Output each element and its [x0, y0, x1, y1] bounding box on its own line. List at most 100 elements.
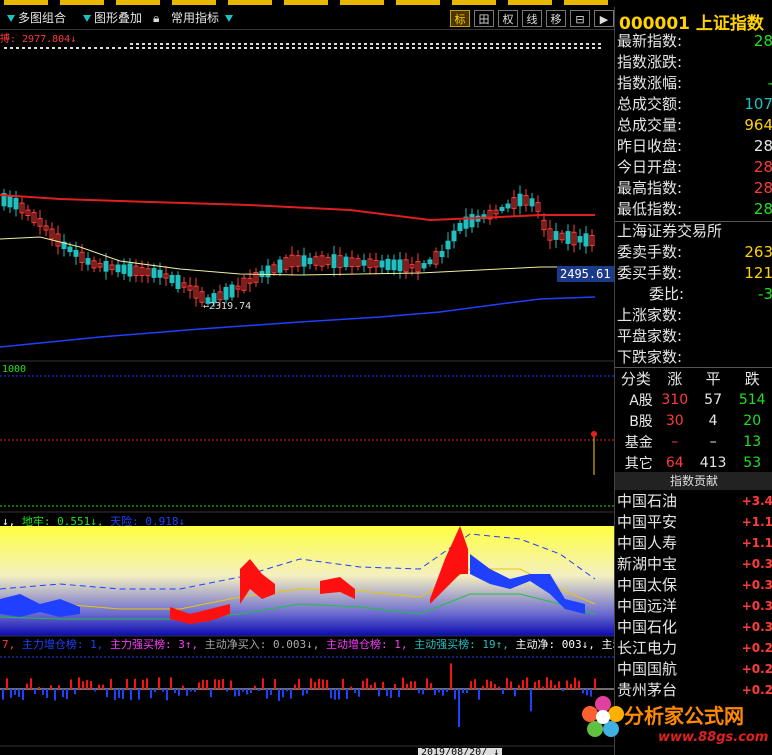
flow-bar	[402, 677, 404, 689]
contributor-value: +1.1	[741, 536, 772, 550]
contributor-row[interactable]: 中国国航 +0.2	[617, 659, 772, 680]
dot-marker	[280, 43, 283, 45]
contributor-row[interactable]: 中国太保 +0.3	[617, 575, 772, 596]
tab[interactable]	[396, 0, 440, 5]
flow-bar	[50, 685, 52, 689]
flow-bar	[134, 678, 136, 689]
dot-marker	[322, 43, 325, 45]
tab[interactable]	[564, 0, 608, 5]
dot-marker	[454, 47, 457, 49]
common-indicators-button[interactable]: 常用指标	[168, 9, 222, 27]
flow-bar	[250, 689, 252, 694]
current-price-tag: 2495.61	[557, 266, 614, 282]
dot-marker	[406, 47, 409, 49]
dot-marker	[280, 47, 283, 49]
flow-bar	[94, 689, 96, 692]
flow-bar	[302, 689, 304, 696]
dot-marker	[484, 47, 487, 49]
flow-bar	[430, 683, 432, 689]
overlay-button[interactable]: 图形叠加	[80, 9, 145, 27]
table-cell: A股	[629, 392, 653, 409]
order-label: 上涨家数:	[617, 306, 683, 324]
flow-bar	[262, 678, 264, 689]
dot-marker	[382, 47, 385, 49]
contributor-row[interactable]: 中国远洋 +0.3	[617, 596, 772, 617]
dot-marker	[172, 43, 175, 45]
dot-marker	[418, 47, 421, 49]
dot-marker	[592, 43, 595, 45]
flow-bar	[562, 689, 564, 692]
flow-bar	[278, 689, 280, 701]
tab[interactable]	[284, 0, 328, 5]
next-icon[interactable]: ▶	[594, 10, 614, 27]
table-cell: 20	[743, 412, 762, 429]
table-cell: 310	[661, 391, 689, 408]
tab[interactable]	[4, 0, 48, 5]
dot-marker	[10, 47, 13, 49]
dot-marker	[592, 47, 595, 49]
tab[interactable]	[508, 0, 552, 5]
tab[interactable]	[452, 0, 496, 5]
candle	[445, 240, 451, 250]
dot-marker	[580, 43, 583, 45]
contributor-value: +3.4	[741, 494, 772, 508]
contributor-row[interactable]: 新湖中宝 +0.3	[617, 554, 772, 575]
indicator-dropdown-button[interactable]	[222, 9, 239, 27]
tab[interactable]	[60, 0, 104, 5]
dot-marker	[376, 47, 379, 49]
dot-marker	[550, 47, 553, 49]
contribution-header[interactable]: 指数贡献	[615, 472, 772, 490]
flow-bar	[170, 677, 172, 689]
order-row: 委买手数: 121	[617, 263, 772, 284]
flow-bar	[178, 689, 180, 696]
dot-marker	[460, 47, 463, 49]
lock-button[interactable]: 🔒︎	[150, 9, 162, 27]
price-top-label: 搏: 2977.804↓	[0, 34, 77, 45]
flow-bar	[30, 678, 32, 689]
flow-bar	[210, 689, 212, 698]
flow-legend: 主动净买入: 0.003↓,	[204, 638, 326, 651]
order-label: 平盘家数:	[617, 327, 683, 345]
dot-marker	[220, 43, 223, 45]
move-icon[interactable]: 移	[546, 10, 566, 27]
tab[interactable]	[116, 0, 160, 5]
tab[interactable]	[340, 0, 384, 5]
flow-bar	[486, 679, 488, 689]
contributor-row[interactable]: 中国石油 +3.4	[617, 491, 772, 512]
dot-marker	[520, 43, 523, 45]
indicator-legend: 地牢: 0.551↓,	[21, 515, 111, 528]
mark-icon[interactable]: 标	[450, 10, 470, 27]
flow-bar	[462, 689, 464, 694]
grid-icon[interactable]: 田	[474, 10, 494, 27]
window-icon[interactable]: ⊟	[570, 10, 590, 27]
line-icon[interactable]: 线	[522, 10, 542, 27]
contributor-row[interactable]: 长江电力 +0.2	[617, 638, 772, 659]
order-value: -3	[758, 285, 772, 303]
flow-bar	[574, 677, 576, 689]
tab[interactable]	[228, 0, 272, 5]
flow-bar	[190, 689, 192, 692]
dot-marker	[448, 43, 451, 45]
flow-bar	[426, 678, 428, 689]
tab[interactable]	[172, 0, 216, 5]
dot-marker	[286, 47, 289, 49]
flow-bar	[14, 689, 16, 695]
dot-marker	[508, 47, 511, 49]
flow-bar	[542, 686, 544, 689]
contributor-value: +0.3	[741, 578, 772, 592]
dot-marker	[226, 47, 229, 49]
dot-marker	[298, 47, 301, 49]
contributor-row[interactable]: 中国石化 +0.3	[617, 617, 772, 638]
dot-marker	[502, 47, 505, 49]
flow-labels: 7, 主力增仓榜: 1, 主力强买榜: 3↑, 主动净买入: 0.003↓, 主…	[2, 636, 614, 652]
multi-chart-button[interactable]: 多图组合	[4, 9, 69, 27]
dot-marker	[268, 43, 271, 45]
column-header: 跌	[744, 370, 760, 388]
contributor-row[interactable]: 中国人寿 +1.1	[617, 533, 772, 554]
candle	[265, 265, 271, 278]
contributor-row[interactable]: 中国平安 +1.1	[617, 512, 772, 533]
candle	[361, 260, 367, 266]
weight-icon[interactable]: 权	[498, 10, 518, 27]
candle	[121, 264, 127, 274]
dot-marker	[196, 43, 199, 45]
